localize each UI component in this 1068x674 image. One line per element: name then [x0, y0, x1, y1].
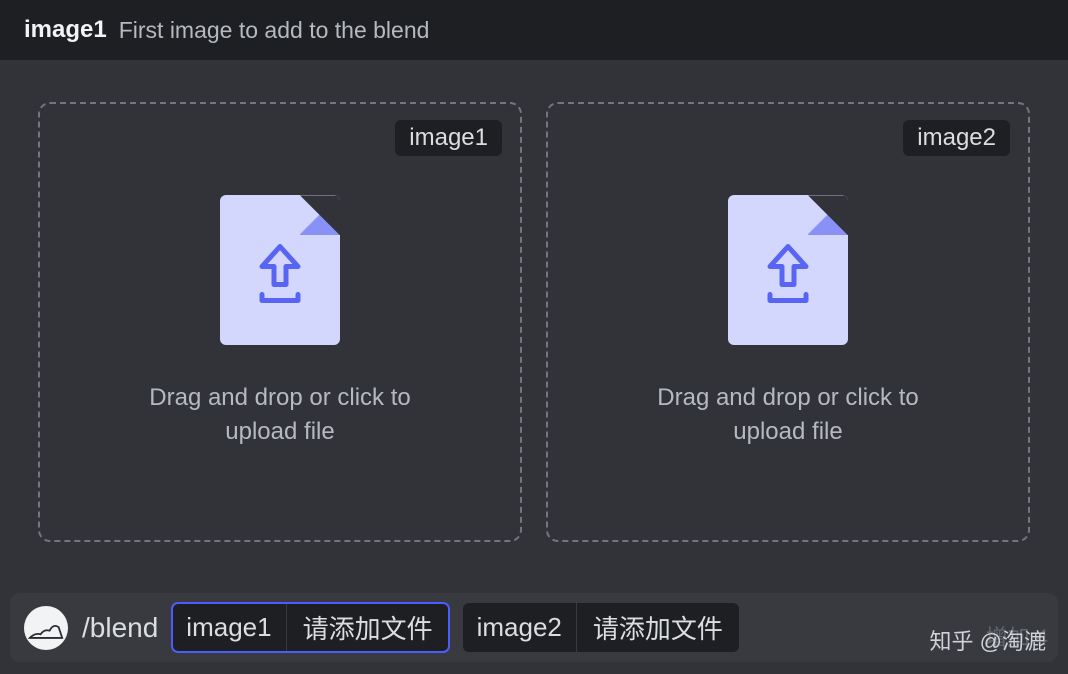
- command-input-bar[interactable]: /blend image1 请添加文件 image2 请添加文件: [10, 593, 1058, 662]
- bot-avatar: [24, 606, 68, 650]
- dropzone-text: Drag and drop or click to upload file: [120, 381, 440, 448]
- param-chip-image1[interactable]: image1 请添加文件: [172, 603, 448, 652]
- command-name: /blend: [82, 612, 158, 644]
- param-description: First image to add to the blend: [119, 17, 430, 44]
- upload-file-icon: [728, 195, 848, 345]
- dropzone-label: image2: [903, 120, 1010, 156]
- param-chip-name: image1: [172, 603, 285, 652]
- param-chip-value: 请添加文件: [286, 603, 449, 652]
- upload-file-icon: [220, 195, 340, 345]
- dropzone-label: image1: [395, 120, 502, 156]
- param-header: image1 First image to add to the blend: [0, 0, 1068, 60]
- dropzone-container: image1 Drag and drop or click to upload …: [0, 60, 1068, 566]
- param-chip-value: 请添加文件: [576, 603, 739, 652]
- param-chip-name: image2: [463, 603, 576, 652]
- dropzone-image2[interactable]: image2 Drag and drop or click to upload …: [546, 102, 1030, 542]
- param-name-header: image1: [24, 16, 107, 44]
- param-chip-image2[interactable]: image2 请添加文件: [463, 603, 739, 652]
- dropzone-image1[interactable]: image1 Drag and drop or click to upload …: [38, 102, 522, 542]
- dropzone-text: Drag and drop or click to upload file: [628, 381, 948, 448]
